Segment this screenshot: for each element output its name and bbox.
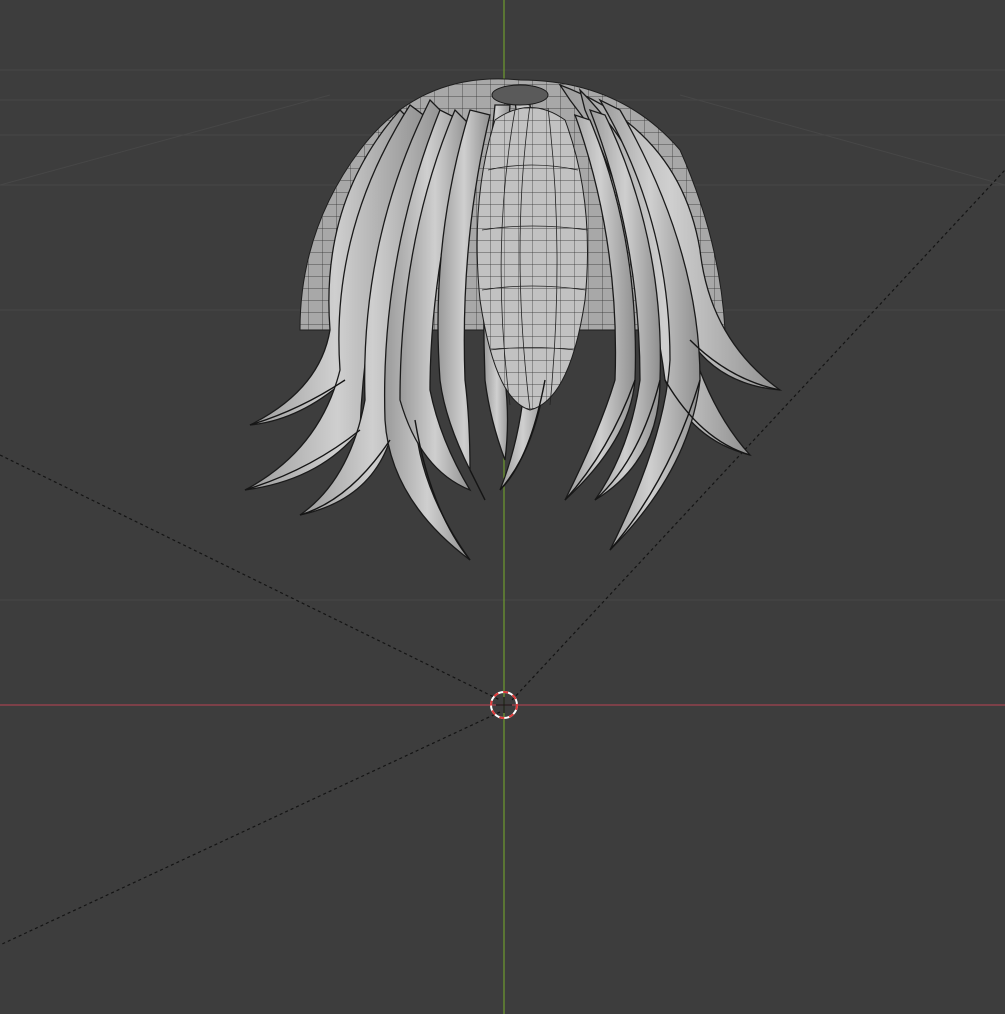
- viewport-canvas[interactable]: [0, 0, 1005, 1014]
- 3d-viewport[interactable]: [0, 0, 1005, 1014]
- hair-mesh[interactable]: [244, 78, 783, 561]
